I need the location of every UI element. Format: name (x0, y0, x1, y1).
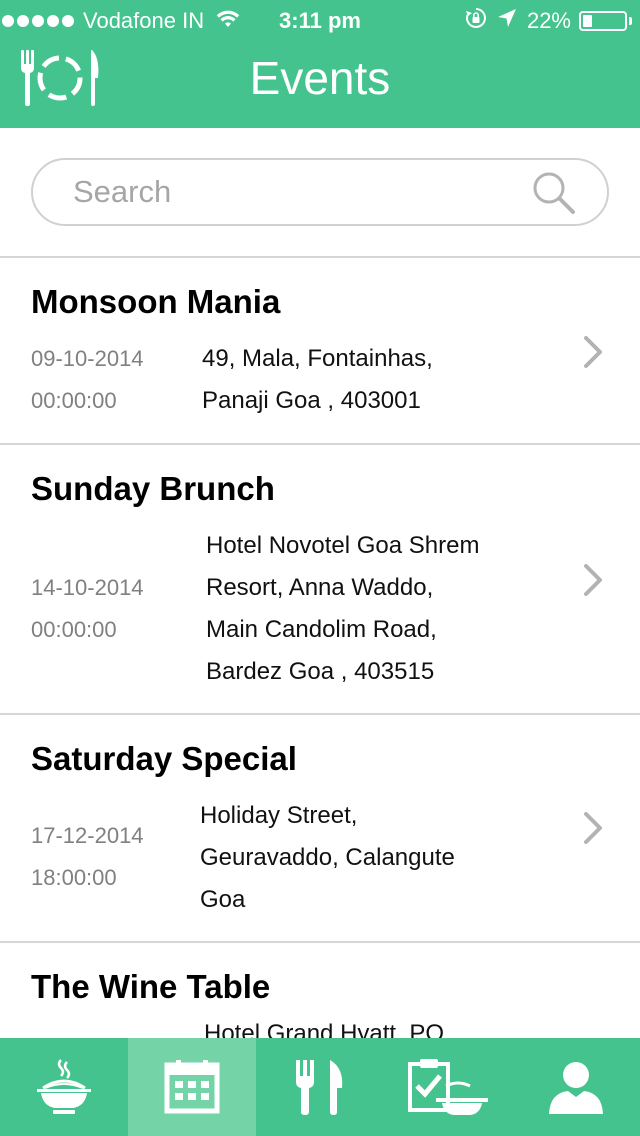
header: Vodafone IN 3:11 pm 22% Events (0, 0, 640, 128)
event-list-item[interactable]: Saturday Special 17-12-2014 18:00:00 Hol… (0, 715, 640, 943)
event-address-line: Hotel Novotel Goa Shrem (206, 532, 480, 559)
event-time: 18:00:00 (31, 865, 117, 890)
battery-icon (579, 11, 632, 31)
event-address-line: 49, Mala, Fontainhas, (202, 345, 433, 372)
event-list-item[interactable]: Sunday Brunch 14-10-2014 00:00:00 Hotel … (0, 445, 640, 715)
event-time: 00:00:00 (31, 617, 117, 642)
event-list-item[interactable]: Monsoon Mania 09-10-2014 00:00:00 49, Ma… (0, 258, 640, 445)
location-arrow-icon (497, 8, 517, 34)
chevron-right-icon (584, 812, 602, 844)
tab-restaurants[interactable] (0, 1038, 128, 1136)
event-title: Sunday Brunch (31, 470, 275, 507)
battery-level-fill (583, 15, 592, 27)
event-address-line: Holiday Street, (200, 802, 358, 829)
search-area (0, 128, 640, 258)
page-title: Events (249, 52, 391, 104)
search-input[interactable] (73, 170, 513, 214)
event-address-line: Goa (200, 886, 246, 913)
rotation-lock-icon (465, 7, 487, 35)
battery-tip (629, 17, 632, 25)
tab-orders[interactable] (384, 1038, 512, 1136)
tab-profile[interactable] (512, 1038, 640, 1136)
event-address-line: Hotel Grand Hyatt, PO (204, 1020, 445, 1038)
noodle-bowl-icon (37, 1059, 91, 1114)
event-address: Holiday Street, Geuravaddo, Calangute Go… (200, 795, 455, 921)
event-time: 00:00:00 (31, 388, 117, 413)
event-title: The Wine Table (31, 968, 271, 1005)
event-address-line: Geuravaddo, Calangute (200, 844, 455, 871)
status-bar: Vodafone IN 3:11 pm 22% (0, 0, 640, 40)
event-list: Monsoon Mania 09-10-2014 00:00:00 49, Ma… (0, 258, 640, 1038)
checklist-dish-icon (408, 1059, 488, 1115)
event-address: Hotel Novotel Goa Shrem Resort, Anna Wad… (206, 525, 479, 693)
event-address-line: Main Candolim Road, (206, 616, 437, 643)
battery-outline (579, 11, 627, 31)
event-date: 17-12-2014 (31, 823, 144, 848)
event-address-line: Resort, Anna Waddo, (206, 574, 434, 601)
fork-knife-icon (296, 1060, 343, 1115)
event-address-line: Panaji Goa , 403001 (202, 387, 421, 414)
chevron-right-icon (584, 564, 602, 596)
event-date: 14-10-2014 (31, 575, 144, 600)
event-address-line: Bardez Goa , 403515 (206, 658, 435, 685)
calendar-icon (164, 1060, 220, 1114)
tab-bar (0, 1038, 640, 1136)
events-screen: Vodafone IN 3:11 pm 22% Events Search Mo… (0, 0, 640, 1136)
event-date: 09-10-2014 (31, 346, 144, 371)
event-title: Saturday Special (31, 740, 297, 777)
status-right: 22% (455, 8, 632, 34)
tab-dining[interactable] (256, 1038, 384, 1136)
user-icon (549, 1062, 603, 1114)
event-address: 49, Mala, Fontainhas, Panaji Goa , 40300… (202, 338, 433, 422)
search-box[interactable] (31, 158, 609, 226)
chevron-right-icon (584, 336, 602, 368)
event-address: Hotel Grand Hyatt, PO (204, 1013, 444, 1038)
search-icon[interactable] (531, 170, 577, 216)
tab-events[interactable] (128, 1038, 256, 1136)
battery-percent: 22% (526, 8, 571, 33)
event-datetime: 14-10-2014 00:00:00 (31, 567, 144, 651)
event-datetime: 17-12-2014 18:00:00 (31, 815, 144, 899)
event-list-item[interactable]: The Wine Table Hotel Grand Hyatt, PO (0, 943, 640, 1038)
event-datetime: 09-10-2014 00:00:00 (31, 338, 144, 422)
event-title: Monsoon Mania (31, 283, 281, 320)
